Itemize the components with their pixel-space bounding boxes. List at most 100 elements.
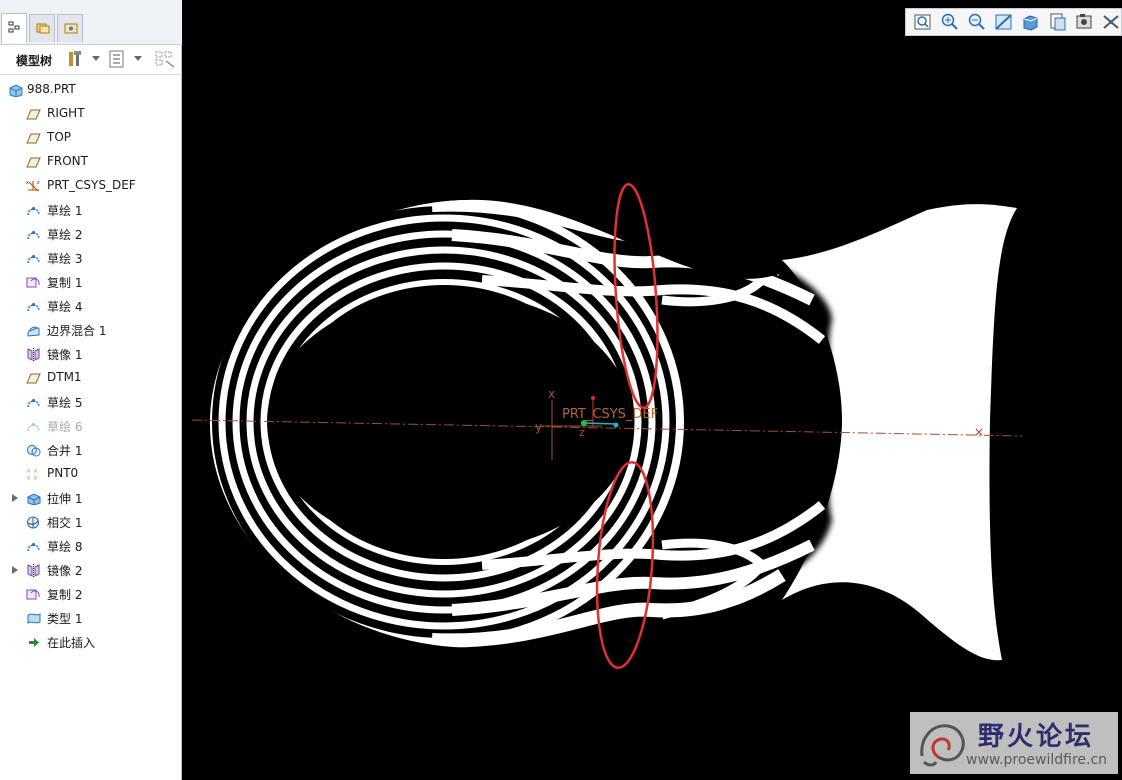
inner-opening	[267, 292, 633, 552]
view-toolbar	[905, 8, 1122, 36]
favorites-icon	[64, 23, 78, 34]
svg-text:z: z	[37, 180, 40, 186]
tools-icon[interactable]	[66, 50, 86, 68]
model-tree-panel: 模型树 988.PRT RIGHT TOP FRONT x z PRT_CSYS_DEF 草绘…	[0, 0, 182, 780]
mirror-icon	[27, 564, 40, 577]
tree-item[interactable]: x z PRT_CSYS_DEF	[0, 174, 182, 198]
datum-plane-icon	[26, 373, 41, 384]
datum-plane-icon	[26, 109, 41, 120]
tree-item[interactable]: 草绘 8	[0, 534, 182, 558]
tree-item-label: 988.PRT	[27, 82, 76, 96]
tree-item[interactable]: 988.PRT	[0, 78, 182, 102]
datum-point-marker: ×	[974, 425, 984, 439]
show-hide-icon[interactable]	[154, 50, 176, 68]
tree-item-label: PRT_CSYS_DEF	[47, 178, 136, 192]
tree-item[interactable]: 复制 2	[0, 582, 182, 606]
saved-views-icon[interactable]	[1047, 12, 1069, 32]
watermark-title: 野火论坛	[978, 722, 1095, 752]
tree-item-label: 草绘 2	[47, 228, 83, 242]
svg-text:×: ×	[33, 475, 38, 481]
svg-text:×: ×	[33, 468, 38, 475]
datum-plane-icon	[26, 133, 41, 144]
tree-item[interactable]: 草绘 2	[0, 222, 182, 246]
folder-icon	[36, 23, 50, 34]
forum-logo-icon	[920, 724, 965, 767]
tree-item-label: PNT0	[47, 466, 79, 480]
tab-favorites[interactable]	[57, 14, 83, 42]
sketch-icon	[27, 207, 40, 216]
csys-z-axis	[583, 422, 617, 425]
zoom-fit-icon[interactable]	[912, 12, 934, 32]
expand-arrow-icon[interactable]	[12, 494, 18, 502]
boundary-blend-icon	[27, 326, 40, 337]
tree-item[interactable]: 类型 1	[0, 606, 182, 630]
tree-item[interactable]: 镜像 1	[0, 342, 182, 366]
tree-item[interactable]: 相交 1	[0, 510, 182, 534]
tree-item[interactable]: × × × × PNT0	[0, 462, 182, 486]
tree-item-label: 拉伸 1	[47, 492, 83, 506]
tree-item-label: 草绘 3	[47, 252, 83, 266]
axis-z-label: z	[579, 426, 585, 439]
tree-item[interactable]: 复制 1	[0, 270, 182, 294]
tree-item[interactable]: 合并 1	[0, 438, 182, 462]
part-icon	[9, 84, 23, 97]
tree-item-label: 合并 1	[47, 444, 83, 458]
tree-item[interactable]: 在此插入	[0, 630, 182, 654]
sketch-icon	[27, 543, 40, 552]
datum-display-icon[interactable]	[1100, 12, 1122, 32]
axis-y-label: y	[535, 420, 542, 434]
tree-item[interactable]: 草绘 1	[0, 198, 182, 222]
tab-model-tree[interactable]	[1, 13, 27, 43]
expand-arrow-icon[interactable]	[12, 566, 18, 574]
repaint-icon[interactable]	[993, 12, 1015, 32]
tree-item[interactable]: 边界混合 1	[0, 318, 182, 342]
tree-item-label: 在此插入	[47, 636, 96, 650]
style-surface-icon	[27, 613, 41, 624]
tree-item-label: 草绘 4	[47, 300, 83, 314]
tree-item-label: 镜像 2	[47, 564, 83, 578]
sketch-icon	[27, 399, 40, 408]
csys-marker-dot	[591, 396, 595, 400]
zoom-in-icon[interactable]	[939, 12, 961, 32]
settings-list-icon[interactable]	[108, 50, 126, 68]
axis-x-label: x	[548, 387, 555, 401]
tree-item[interactable]: 镜像 2	[0, 558, 182, 582]
zoom-out-icon[interactable]	[966, 12, 988, 32]
sketch-icon	[27, 423, 40, 432]
display-style-icon[interactable]	[1020, 12, 1042, 32]
view-manager-icon[interactable]	[1074, 12, 1096, 32]
model-tree-header: 模型树	[0, 44, 182, 75]
datum-plane-icon	[26, 157, 41, 168]
tree-item-label: 草绘 6	[47, 420, 83, 434]
svg-text:x: x	[26, 180, 29, 186]
coordinate-system-icon: xz	[26, 180, 40, 192]
tree-item[interactable]: 草绘 4	[0, 294, 182, 318]
tree-item-label: 边界混合 1	[47, 324, 107, 338]
graphics-viewport[interactable]: × x y z PRT_CSYS_DEF	[182, 0, 1122, 780]
tree-item-label: 镜像 1	[47, 348, 83, 362]
tree-item[interactable]: TOP	[0, 126, 182, 150]
tree-item-label: 草绘 8	[47, 540, 83, 554]
tree-item-label: 草绘 5	[47, 396, 83, 410]
copy-icon	[26, 277, 40, 288]
tree-item[interactable]: DTM1	[0, 366, 182, 390]
tree-item[interactable]: 草绘 5	[0, 390, 182, 414]
copy-icon	[26, 589, 40, 600]
tree-item-label: 草绘 1	[47, 204, 83, 218]
tree-item[interactable]: 拉伸 1	[0, 486, 182, 510]
extrude-icon	[27, 493, 41, 505]
tree-item-label: DTM1	[47, 370, 82, 384]
tree-item[interactable]: FRONT	[0, 150, 182, 174]
chevron-down-icon[interactable]	[134, 56, 142, 61]
model-tree-icon	[8, 21, 20, 33]
tree-item[interactable]: 草绘 3	[0, 246, 182, 270]
csys-label: PRT_CSYS_DEF	[562, 407, 658, 422]
chevron-down-icon[interactable]	[92, 56, 100, 61]
tree-item-label: 类型 1	[47, 612, 83, 626]
tab-folder-browser[interactable]	[29, 14, 55, 42]
zebra-render: × x y z PRT_CSYS_DEF	[191, 183, 1023, 670]
tree-item-label: TOP	[47, 130, 72, 144]
tree-item[interactable]: RIGHT	[0, 102, 182, 126]
csys-end-point	[613, 422, 619, 428]
tree-item[interactable]: 草绘 6	[0, 414, 182, 438]
